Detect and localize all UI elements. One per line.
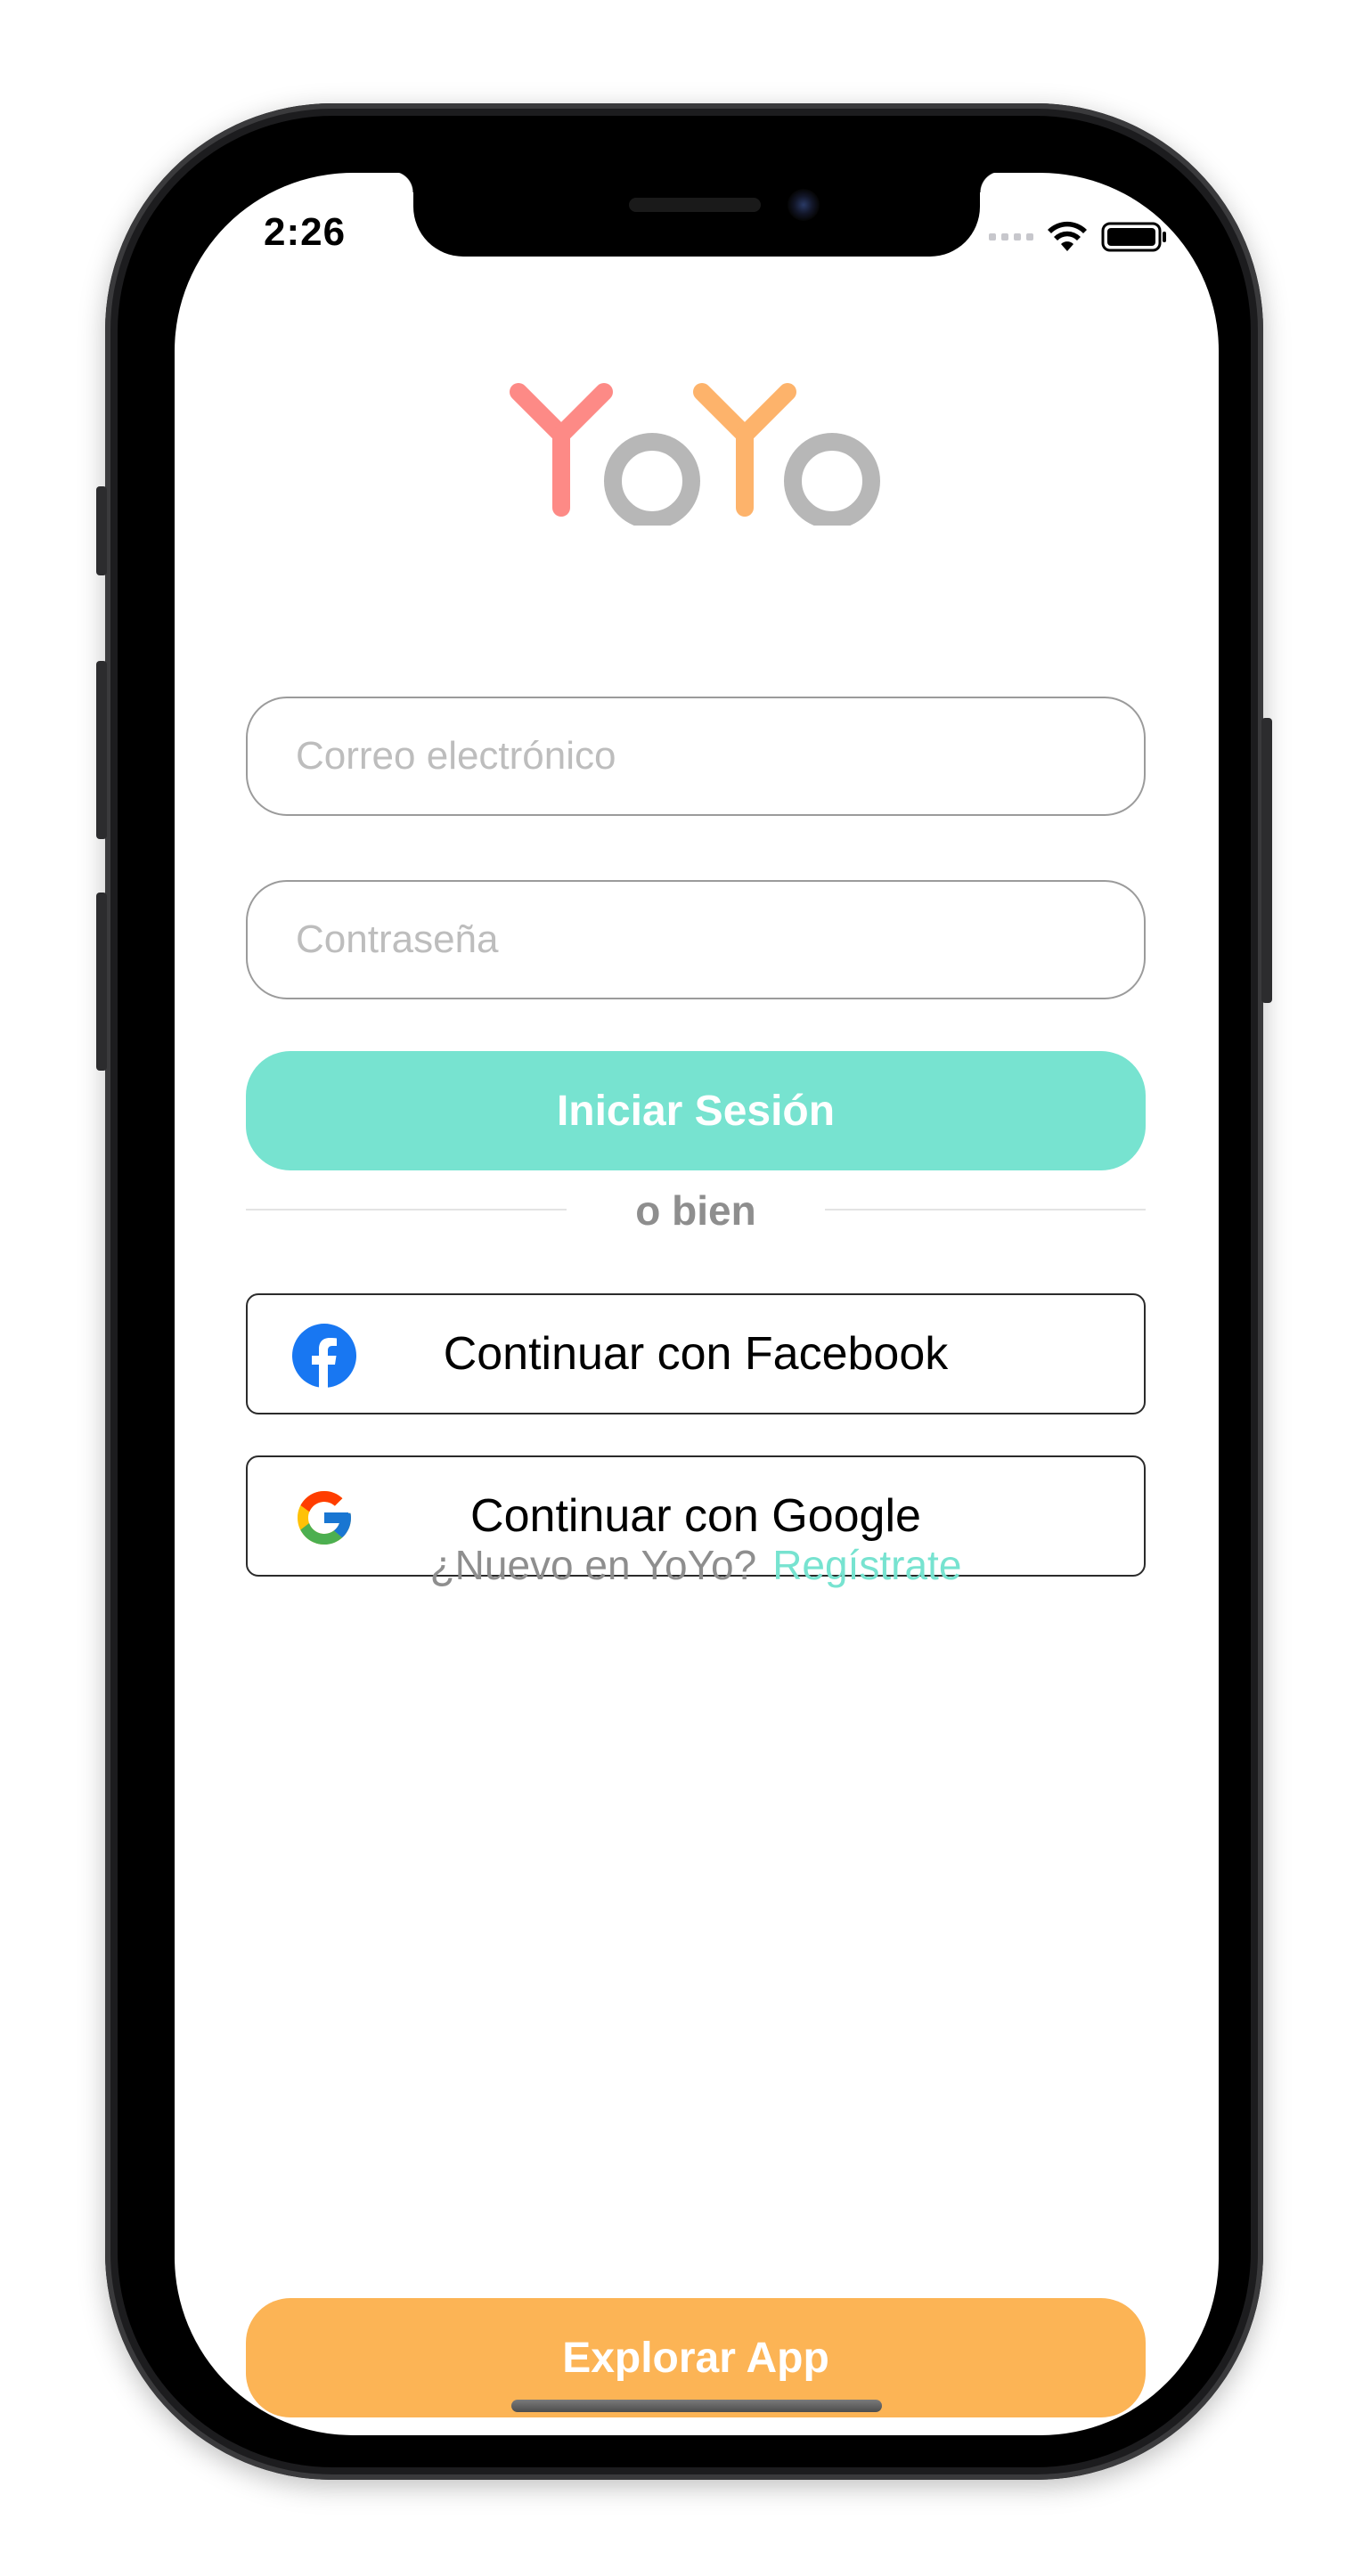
volume-down-button <box>96 893 107 1071</box>
password-placeholder: Contraseña <box>296 917 499 961</box>
yoyo-logo <box>510 383 880 526</box>
divider-text: o bien <box>635 1187 756 1234</box>
email-placeholder: Correo electrónico <box>296 734 616 778</box>
logo-letter-y2 <box>693 383 796 517</box>
logo-letter-o1 <box>604 433 700 526</box>
cellular-signal-icon <box>989 233 1033 240</box>
signup-question: ¿Nuevo en YoYo? <box>429 1542 757 1588</box>
explore-app-label: Explorar App <box>562 2334 829 2382</box>
phone-frame: 2:26 Correo electrónico Contraseña Inici… <box>96 103 1272 2480</box>
status-time: 2:26 <box>264 210 347 254</box>
home-indicator[interactable] <box>511 2400 882 2412</box>
app-screen: 2:26 Correo electrónico Contraseña Inici… <box>175 173 1219 2435</box>
front-camera <box>788 189 820 221</box>
volume-up-button <box>96 661 107 839</box>
email-field[interactable]: Correo electrónico <box>246 697 1146 816</box>
mute-switch <box>96 486 107 575</box>
wifi-icon <box>1048 221 1087 251</box>
or-divider: o bien <box>246 1179 1146 1242</box>
status-icons <box>989 219 1169 255</box>
facebook-login-label: Continuar con Facebook <box>443 1328 949 1380</box>
speaker-grille <box>629 198 761 212</box>
notch <box>392 173 1001 257</box>
facebook-login-button[interactable]: Continuar con Facebook <box>246 1293 1146 1414</box>
logo-letter-y1 <box>510 383 613 517</box>
password-field[interactable]: Contraseña <box>246 880 1146 999</box>
login-button-label: Iniciar Sesión <box>556 1087 836 1135</box>
phone-bezel: 2:26 Correo electrónico Contraseña Inici… <box>118 116 1251 2467</box>
signup-prompt: ¿Nuevo en YoYo? Regístrate <box>246 1541 1146 1589</box>
power-button <box>1261 718 1272 1003</box>
login-button[interactable]: Iniciar Sesión <box>246 1051 1146 1170</box>
signup-link[interactable]: Regístrate <box>772 1542 961 1588</box>
logo-letter-o2 <box>784 433 880 526</box>
battery-icon <box>1101 222 1166 252</box>
